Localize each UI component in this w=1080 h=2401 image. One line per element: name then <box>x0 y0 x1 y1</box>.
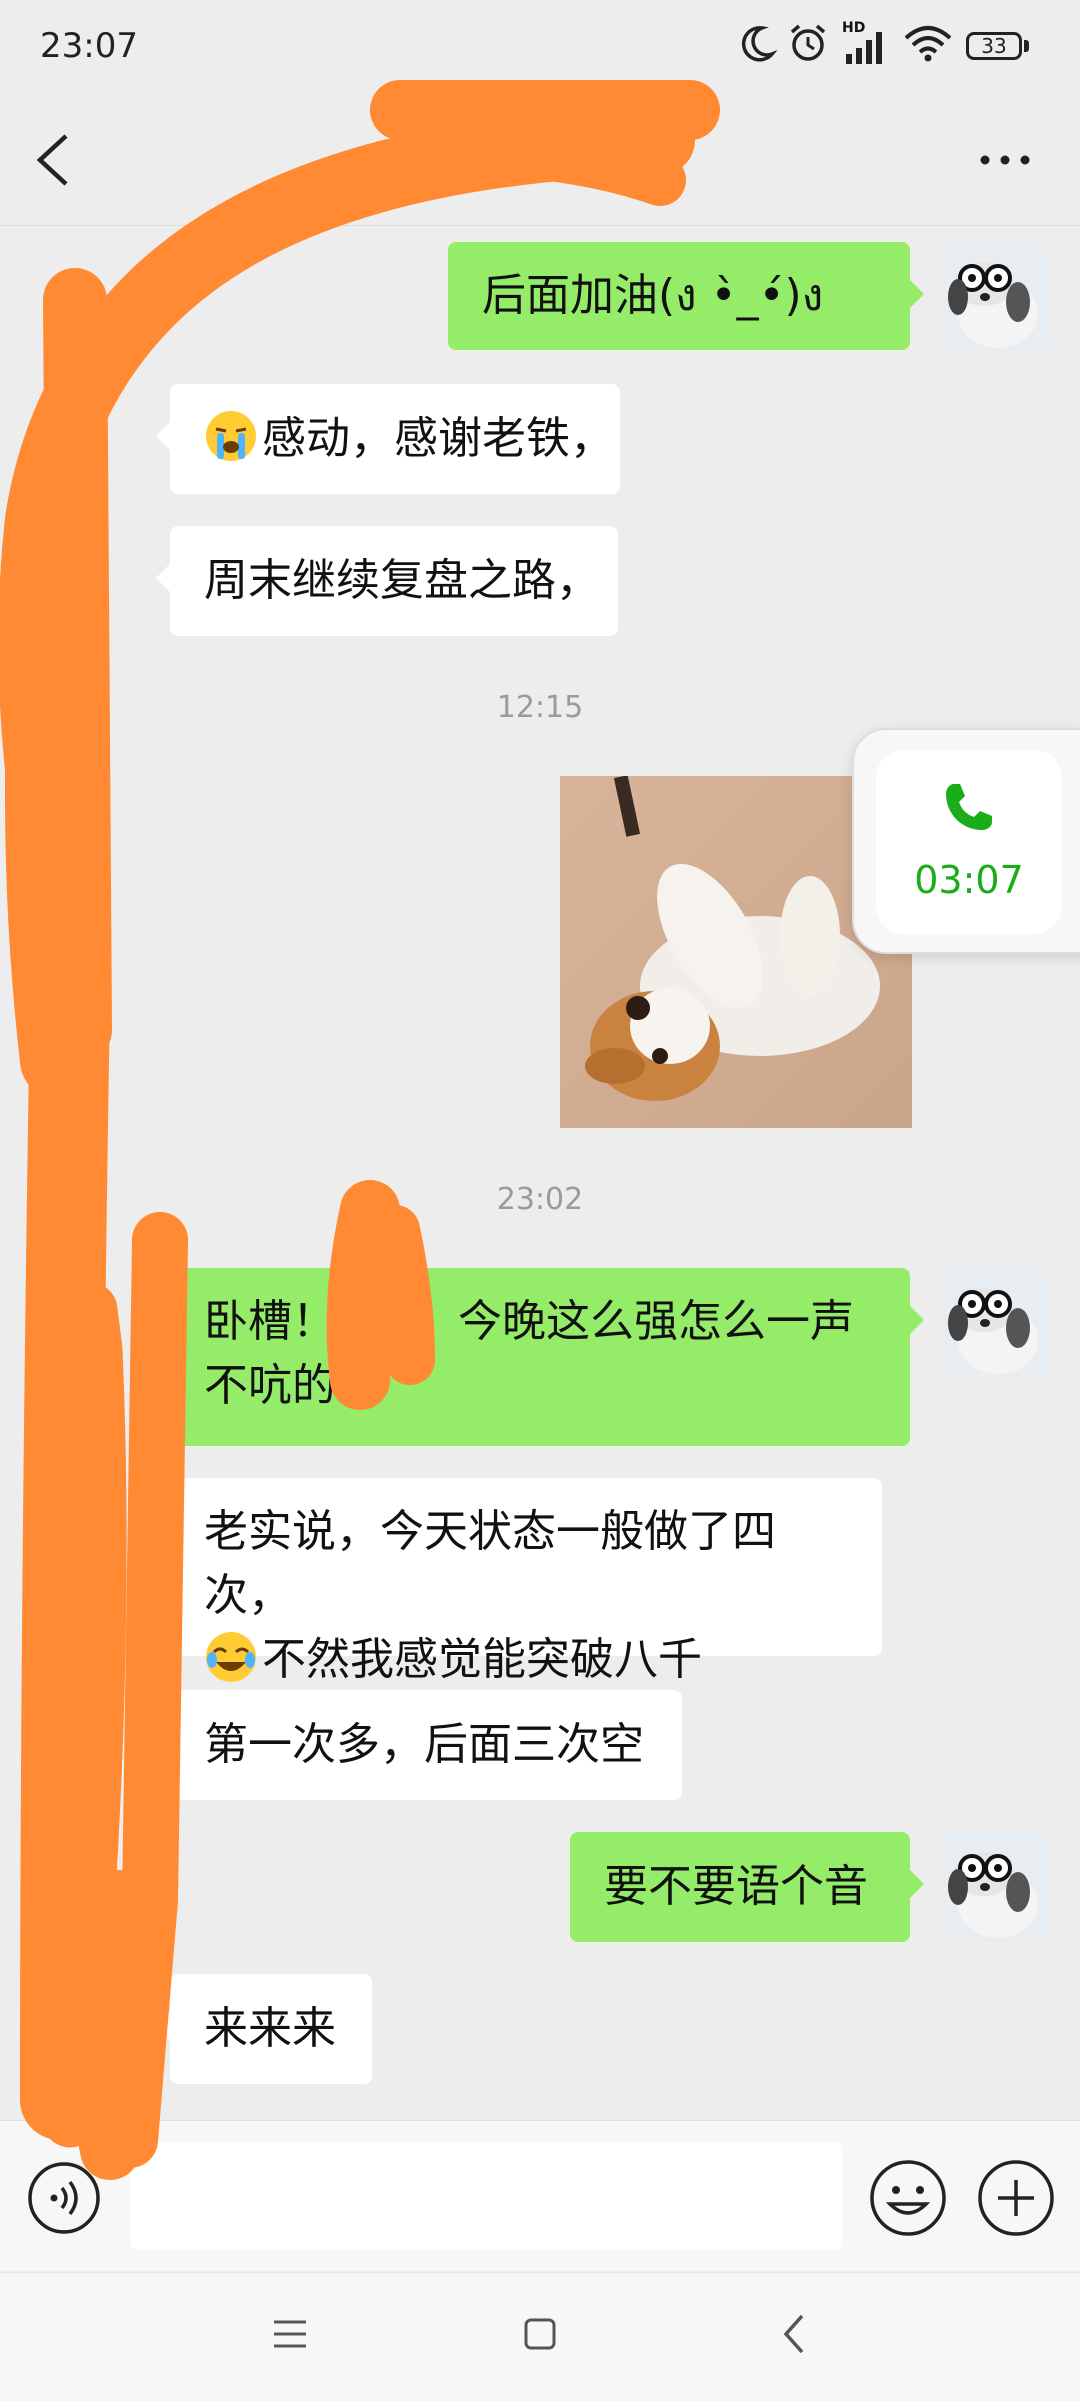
message-input[interactable] <box>130 2142 842 2250</box>
avatar[interactable] <box>938 242 1048 352</box>
message-bubble-outgoing[interactable]: 要不要语个音 <box>570 1832 924 1942</box>
more-dots-icon[interactable] <box>975 140 1035 180</box>
puppy-avatar-image <box>938 1832 1048 1942</box>
laughing-crying-face-emoji-icon <box>206 1632 256 1682</box>
message-text: 不吭的 <box>204 1360 336 1411</box>
message-text: 第一次多，后面三次空 <box>204 1719 644 1770</box>
header-divider <box>0 225 1080 226</box>
message-bubble-incoming[interactable]: 老实说，今天状态一般做了四次， 不然我感觉能突破八千 <box>156 1478 882 1685</box>
call-widget-card: 03:07 <box>876 750 1062 934</box>
wifi-icon <box>904 26 952 62</box>
crying-face-emoji-icon <box>206 411 256 461</box>
home-square-icon[interactable] <box>520 2314 560 2354</box>
message-bubble-outgoing[interactable]: 后面加油(ง •̀_•́)ง <box>448 242 924 350</box>
signal-strength-icon: HD <box>842 20 892 66</box>
message-bubble-incoming[interactable]: 来来来 <box>156 1974 372 2084</box>
battery-tip <box>1024 40 1029 52</box>
message-text: 老实说，今天状态一般做了四次， <box>204 1506 776 1621</box>
message-bubble-outgoing[interactable]: 卧槽！ ！今晚这么强怎么一声 不吭的 <box>170 1268 924 1446</box>
message-bubble-incoming[interactable]: 周末继续复盘之路， <box>156 526 618 636</box>
message-timestamp: 12:15 <box>496 690 584 725</box>
plus-icon[interactable] <box>976 2158 1056 2238</box>
voice-icon[interactable] <box>26 2160 102 2236</box>
call-floating-widget[interactable]: 03:07 <box>852 728 1080 954</box>
chevron-left-icon[interactable] <box>30 130 76 190</box>
smiley-icon[interactable] <box>868 2158 948 2238</box>
battery-indicator: 33 <box>966 32 1022 60</box>
puppy-avatar-image <box>938 1268 1048 1378</box>
message-text: 要不要语个音 <box>604 1861 868 1912</box>
message-text: ！今晚这么强怎么一声 <box>414 1296 854 1347</box>
call-duration: 03:07 <box>914 858 1024 902</box>
message-text: 感动，感谢老铁， <box>262 413 614 464</box>
message-bubble-incoming[interactable]: 第一次多，后面三次空 <box>156 1690 682 1800</box>
status-time: 23:07 <box>40 26 138 66</box>
message-text: 卧槽！ <box>204 1296 336 1347</box>
puppy-avatar-image <box>938 242 1048 352</box>
message-text: 不然我感觉能突破八千 <box>262 1634 702 1685</box>
message-timestamp: 23:02 <box>496 1182 584 1217</box>
avatar[interactable] <box>938 1268 1048 1378</box>
message-text: 后面加油(ง •̀_•́)ง <box>482 270 824 321</box>
alarm-clock-icon <box>790 24 826 61</box>
message-bubble-incoming[interactable]: 感动，感谢老铁， <box>156 384 620 494</box>
back-chevron-icon[interactable] <box>774 2310 814 2358</box>
message-text: 来来来 <box>204 2003 336 2054</box>
menu-icon[interactable] <box>270 2314 310 2354</box>
do-not-disturb-moon-icon <box>741 26 778 62</box>
phone-icon <box>946 784 992 830</box>
message-text: 周末继续复盘之路， <box>204 555 600 606</box>
avatar[interactable] <box>938 1832 1048 1942</box>
